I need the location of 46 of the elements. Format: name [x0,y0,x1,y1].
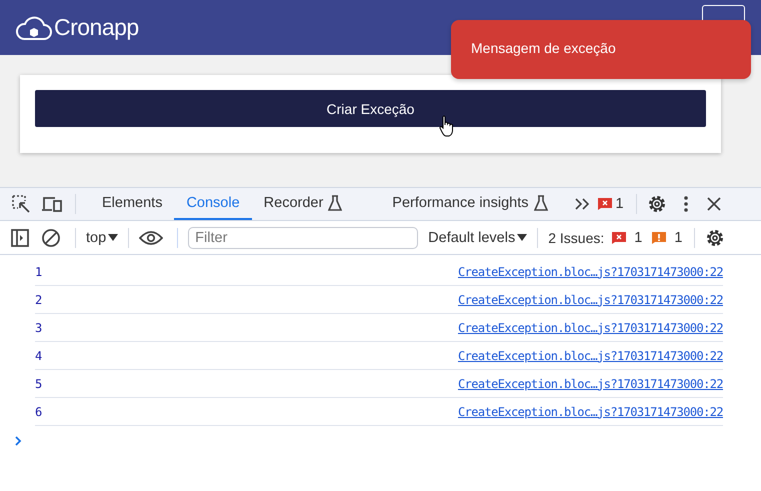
log-message: 3 [35,320,42,334]
inspect-element-icon[interactable] [11,194,31,214]
log-message: 4 [35,348,42,362]
create-exception-button[interactable]: Criar Exceção [35,90,706,127]
clear-console-icon[interactable] [41,228,61,248]
close-icon[interactable] [706,197,721,211]
source-link[interactable]: CreateException.bloc…js?1703171473000:22 [458,376,723,390]
more-options-icon[interactable] [682,195,689,213]
logo-text: Cronapp [54,14,139,41]
flask-icon [534,195,548,211]
tab[interactable]: Recorder [252,188,354,220]
source-link[interactable]: CreateException.bloc…js?1703171473000:22 [458,404,723,418]
settings-icon[interactable] [646,194,667,214]
issue-warning-count[interactable]: 1 [674,230,682,246]
context-dropdown[interactable]: top [86,230,126,246]
tab[interactable]: Performance insights [380,188,560,220]
tab[interactable]: Elements [90,188,174,220]
error-count[interactable]: 1 [616,196,624,212]
settings-icon[interactable] [705,228,726,248]
log-levels-dropdown[interactable]: Default levels [428,230,536,246]
log-message: 1 [35,264,42,278]
caret-icon [517,234,528,241]
device-toolbar-icon[interactable] [41,194,63,214]
issues-label: 2 Issues: [548,230,604,246]
more-tabs-icon[interactable] [574,197,590,211]
source-link[interactable]: CreateException.bloc…js?1703171473000:22 [458,320,723,334]
log-message: 6 [35,404,42,418]
error-icon [598,198,612,210]
log-message: 5 [35,376,42,390]
cloud-logo-icon [16,14,52,40]
log-message: 2 [35,292,42,306]
hand-cursor-icon [439,115,455,137]
source-link[interactable]: CreateException.bloc…js?1703171473000:22 [458,264,723,278]
filter-field[interactable]: Filter [188,226,418,248]
tab[interactable]: Console [174,188,252,220]
source-link[interactable]: CreateException.bloc…js?1703171473000:22 [458,348,723,362]
sidebar-toggle-icon[interactable] [11,228,29,246]
source-link[interactable]: CreateException.bloc…js?1703171473000:22 [458,292,723,306]
prompt-chevron-icon [14,436,22,446]
error-icon[interactable] [612,232,626,244]
eye-icon[interactable] [139,230,164,246]
flask-icon [328,195,342,211]
error-toast: Mensagem de exceção [451,20,751,79]
warning-icon[interactable] [652,232,666,244]
caret-icon [108,234,118,241]
issue-error-count[interactable]: 1 [634,230,642,246]
